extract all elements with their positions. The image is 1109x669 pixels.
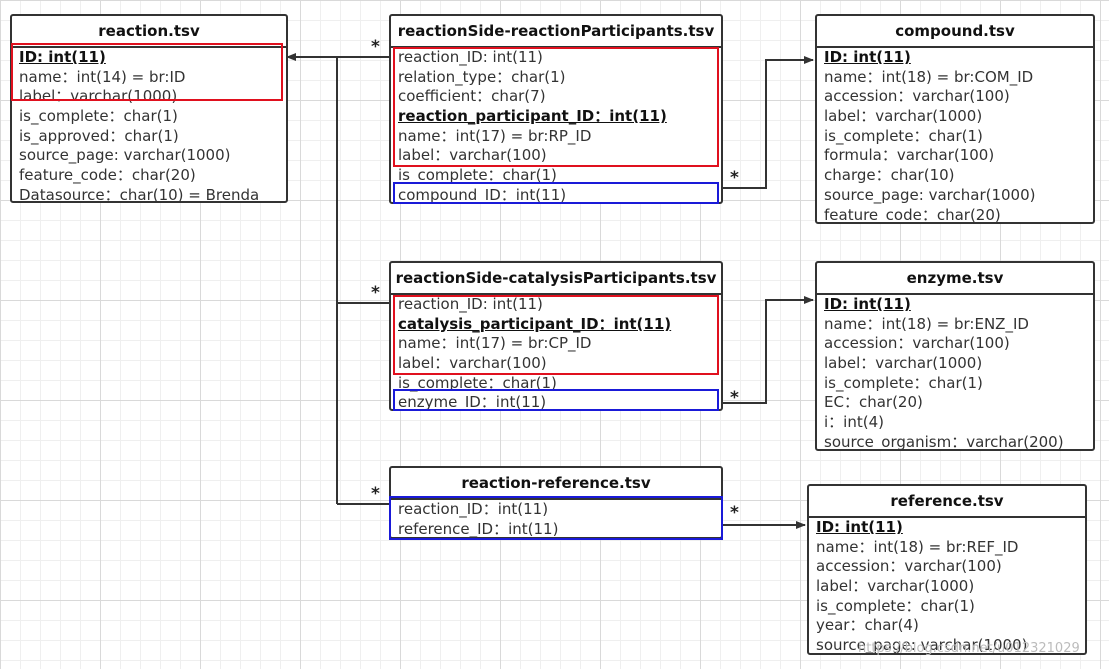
reaction-participants-table[interactable]: reactionSide-reactionParticipants.tsv re…: [389, 14, 723, 204]
catalysis-participants-table-title: reactionSide-catalysisParticipants.tsv: [391, 263, 721, 295]
reference-field-id[interactable]: ID: int(11): [816, 518, 1085, 538]
reaction-field-name[interactable]: name：int(14) = br:ID: [19, 68, 286, 88]
cp-field-name[interactable]: name：int(17) = br:CP_ID: [398, 334, 721, 354]
enzyme-table[interactable]: enzyme.tsv ID: int(11) name：int(18) = br…: [815, 261, 1095, 451]
rp-field-is-complete[interactable]: is_complete：char(1): [398, 166, 721, 186]
reference-table-title: reference.tsv: [809, 486, 1085, 518]
reaction-reference-field-list: reaction_ID：int(11) reference_ID：int(11): [391, 500, 721, 539]
enzyme-field-list: ID: int(11) name：int(18) = br:ENZ_ID acc…: [817, 295, 1093, 453]
many-marker-reaction-reference: *: [371, 484, 380, 504]
reaction-field-datasource[interactable]: Datasource：char(10) = Brenda: [19, 186, 286, 206]
many-marker-catalysis-participants: *: [371, 283, 380, 303]
cp-field-is-complete[interactable]: is_complete：char(1): [398, 374, 721, 394]
compound-field-label[interactable]: label：varchar(1000): [824, 107, 1093, 127]
enzyme-field-is-complete[interactable]: is_complete：char(1): [824, 374, 1093, 394]
compound-field-is-complete[interactable]: is_complete：char(1): [824, 127, 1093, 147]
enzyme-field-id[interactable]: ID: int(11): [824, 295, 1093, 315]
reaction-field-id[interactable]: ID: int(11): [19, 48, 286, 68]
reference-field-label[interactable]: label：varchar(1000): [816, 577, 1085, 597]
enzyme-field-label[interactable]: label：varchar(1000): [824, 354, 1093, 374]
compound-field-id[interactable]: ID: int(11): [824, 48, 1093, 68]
rp-field-coefficient[interactable]: coefficient：char(7): [398, 87, 721, 107]
rr-field-reference-id[interactable]: reference_ID：int(11): [398, 520, 721, 540]
enzyme-field-name[interactable]: name：int(18) = br:ENZ_ID: [824, 315, 1093, 335]
reaction-field-is-approved[interactable]: is_approved：char(1): [19, 127, 286, 147]
reference-field-name[interactable]: name：int(18) = br:REF_ID: [816, 538, 1085, 558]
many-marker-reference-fk: *: [730, 503, 739, 523]
catalysis-participants-table[interactable]: reactionSide-catalysisParticipants.tsv r…: [389, 261, 723, 411]
compound-field-accession[interactable]: accession：varchar(100): [824, 87, 1093, 107]
enzyme-field-ec[interactable]: EC：char(20): [824, 393, 1093, 413]
compound-field-formula[interactable]: formula：varchar(100): [824, 146, 1093, 166]
rp-field-participant-id[interactable]: reaction_participant_ID：int(11): [398, 107, 721, 127]
compound-field-source-page[interactable]: source_page: varchar(1000): [824, 186, 1093, 206]
many-marker-reaction-participants: *: [371, 37, 380, 57]
compound-field-list: ID: int(11) name：int(18) = br:COM_ID acc…: [817, 48, 1093, 225]
rp-field-reaction-id[interactable]: reaction_ID: int(11): [398, 48, 721, 68]
reference-field-list: ID: int(11) name：int(18) = br:REF_ID acc…: [809, 518, 1085, 656]
compound-field-charge[interactable]: charge：char(10): [824, 166, 1093, 186]
reference-field-accession[interactable]: accession：varchar(100): [816, 557, 1085, 577]
enzyme-table-title: enzyme.tsv: [817, 263, 1093, 295]
many-marker-compound-fk: *: [730, 168, 739, 188]
reference-field-is-complete[interactable]: is_complete：char(1): [816, 597, 1085, 617]
enzyme-field-i[interactable]: i：int(4): [824, 413, 1093, 433]
rp-field-relation-type[interactable]: relation_type：char(1): [398, 68, 721, 88]
rp-field-label[interactable]: label：varchar(100): [398, 146, 721, 166]
reaction-reference-table[interactable]: reaction-reference.tsv reaction_ID：int(1…: [389, 466, 723, 539]
reaction-table-title: reaction.tsv: [12, 16, 286, 48]
reaction-reference-table-title: reaction-reference.tsv: [391, 468, 721, 500]
cp-field-participant-id[interactable]: catalysis_participant_ID：int(11): [398, 315, 721, 335]
enzyme-field-accession[interactable]: accession：varchar(100): [824, 334, 1093, 354]
reaction-field-source-page[interactable]: source_page: varchar(1000): [19, 146, 286, 166]
many-marker-enzyme-fk: *: [730, 388, 739, 408]
reaction-field-list: ID: int(11) name：int(14) = br:ID label：v…: [12, 48, 286, 206]
watermark: https://blog.csdn.net/u012321029: [858, 641, 1080, 656]
enzyme-field-source-organism[interactable]: source_organism：varchar(200): [824, 433, 1093, 453]
cp-field-enzyme-id[interactable]: enzyme_ID：int(11): [398, 393, 721, 413]
compound-field-name[interactable]: name：int(18) = br:COM_ID: [824, 68, 1093, 88]
reaction-field-is-complete[interactable]: is_complete：char(1): [19, 107, 286, 127]
reaction-participants-table-title: reactionSide-reactionParticipants.tsv: [391, 16, 721, 48]
reaction-table[interactable]: reaction.tsv ID: int(11) name：int(14) = …: [10, 14, 288, 206]
reaction-field-feature-code[interactable]: feature_code：char(20): [19, 166, 286, 186]
compound-table-title: compound.tsv: [817, 16, 1093, 48]
reaction-field-label[interactable]: label：varchar(1000): [19, 87, 286, 107]
rr-field-reaction-id[interactable]: reaction_ID：int(11): [398, 500, 721, 520]
reference-table[interactable]: reference.tsv ID: int(11) name：int(18) =…: [807, 484, 1087, 655]
reaction-participants-field-list: reaction_ID: int(11) relation_type：char(…: [391, 48, 721, 206]
cp-field-label[interactable]: label：varchar(100): [398, 354, 721, 374]
rp-field-compound-id[interactable]: compound_ID：int(11): [398, 186, 721, 206]
catalysis-participants-field-list: reaction_ID: int(11) catalysis_participa…: [391, 295, 721, 413]
cp-field-reaction-id[interactable]: reaction_ID: int(11): [398, 295, 721, 315]
compound-field-feature-code[interactable]: feature_code：char(20): [824, 206, 1093, 226]
rp-field-name[interactable]: name：int(17) = br:RP_ID: [398, 127, 721, 147]
reference-field-year[interactable]: year：char(4): [816, 616, 1085, 636]
compound-table[interactable]: compound.tsv ID: int(11) name：int(18) = …: [815, 14, 1095, 224]
